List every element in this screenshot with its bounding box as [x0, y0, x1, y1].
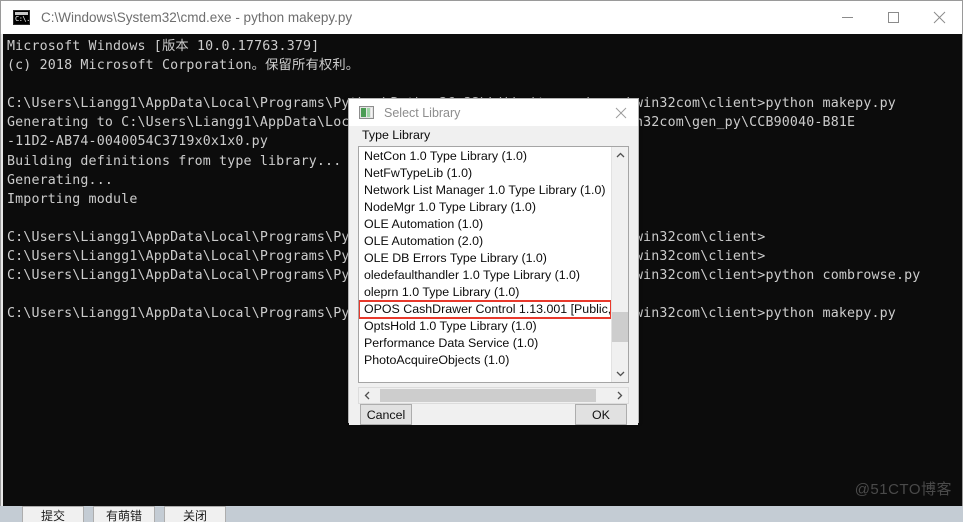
bottom-tab[interactable]: 关闭: [164, 506, 226, 522]
list-item[interactable]: Performance Data Service (1.0): [359, 335, 611, 352]
cmd-console-icon: [13, 10, 30, 25]
bottom-tab-strip: 提交 有萌错 关闭: [0, 506, 963, 522]
console-line: (c) 2018 Microsoft Corporation。保留所有权利。: [7, 58, 360, 74]
dialog-title: Select Library: [384, 105, 461, 120]
ok-button[interactable]: OK: [575, 404, 627, 425]
window-title: C:\Windows\System32\cmd.exe - python mak…: [41, 10, 353, 25]
chevron-right-icon[interactable]: [611, 388, 628, 403]
window-controls: [824, 1, 962, 34]
list-item[interactable]: NetFwTypeLib (1.0): [359, 165, 611, 182]
horizontal-scrollbar-track[interactable]: [376, 388, 611, 403]
list-item[interactable]: OLE Automation (2.0): [359, 233, 611, 250]
vertical-scrollbar[interactable]: [611, 147, 628, 382]
vertical-scrollbar-thumb[interactable]: [612, 312, 628, 342]
chevron-left-icon[interactable]: [359, 388, 376, 403]
list-item[interactable]: OptsHold 1.0 Type Library (1.0): [359, 318, 611, 335]
list-item[interactable]: oleprn 1.0 Type Library (1.0): [359, 284, 611, 301]
bottom-tab[interactable]: 提交: [22, 506, 84, 522]
dialog-body: Type Library NetCon 1.0 Type Library (1.…: [349, 126, 638, 425]
list-item[interactable]: OLE Automation (1.0): [359, 216, 611, 233]
watermark-label: @51CTO博客: [854, 481, 952, 498]
chevron-down-icon[interactable]: [612, 365, 628, 382]
list-item[interactable]: NetCon 1.0 Type Library (1.0): [359, 148, 611, 165]
horizontal-scrollbar[interactable]: [358, 387, 629, 404]
chevron-up-icon[interactable]: [612, 147, 628, 164]
dialog-button-row: Cancel OK: [358, 404, 629, 425]
list-item[interactable]: OLE DB Errors Type Library (1.0): [359, 250, 611, 267]
library-window-icon: [359, 106, 374, 119]
console-line: Microsoft Windows [版本 10.0.17763.379]: [7, 39, 320, 54]
bottom-tab[interactable]: 有萌错: [93, 506, 155, 522]
list-item[interactable]: OPOS CashDrawer Control 1.13.001 [Public…: [359, 300, 611, 319]
select-library-dialog: Select Library Type Library NetCon 1.0 T…: [348, 98, 639, 425]
list-item[interactable]: oledefaulthandler 1.0 Type Library (1.0): [359, 267, 611, 284]
minimize-icon[interactable]: [824, 1, 870, 34]
horizontal-scrollbar-thumb[interactable]: [380, 389, 596, 402]
cancel-button[interactable]: Cancel: [360, 404, 412, 425]
list-header-label: Type Library: [362, 128, 431, 142]
list-item[interactable]: NodeMgr 1.0 Type Library (1.0): [359, 199, 611, 216]
dialog-title-bar[interactable]: Select Library: [349, 99, 638, 126]
close-icon[interactable]: [916, 1, 962, 34]
vertical-scrollbar-track[interactable]: [612, 164, 628, 365]
list-item[interactable]: PhotoAcquireObjects (1.0): [359, 352, 611, 369]
screen: C:\Windows\System32\cmd.exe - python mak…: [0, 0, 963, 522]
cmd-title-bar[interactable]: C:\Windows\System32\cmd.exe - python mak…: [1, 1, 962, 34]
type-library-list[interactable]: NetCon 1.0 Type Library (1.0) NetFwTypeLi…: [359, 147, 611, 382]
close-icon[interactable]: [604, 99, 638, 126]
list-item[interactable]: Network List Manager 1.0 Type Library (1…: [359, 182, 611, 199]
type-library-listbox[interactable]: NetCon 1.0 Type Library (1.0) NetFwTypeLi…: [358, 146, 629, 383]
maximize-icon[interactable]: [870, 1, 916, 34]
